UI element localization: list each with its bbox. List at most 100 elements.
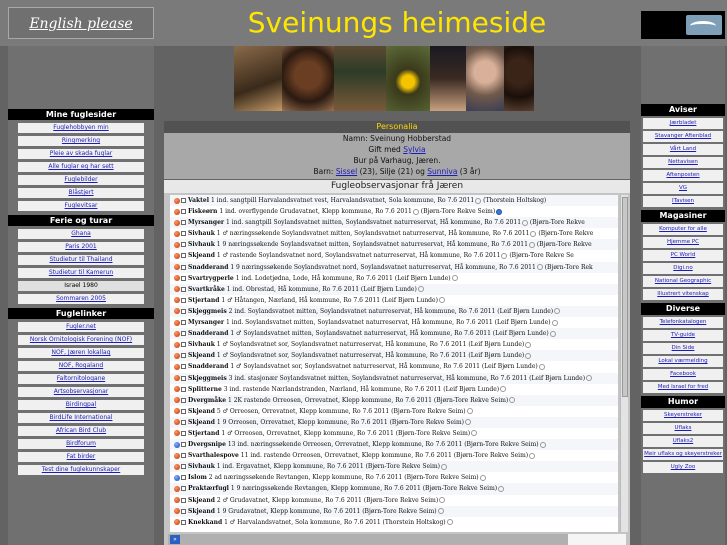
species-name[interactable]: Sivhauk: [188, 230, 215, 237]
species-name[interactable]: Fiskeørn: [188, 208, 217, 215]
observation-checkbox[interactable]: [181, 342, 186, 348]
sidebar-link-pc-world[interactable]: PC World: [643, 250, 723, 261]
species-name[interactable]: Dvergsnipe: [188, 441, 226, 448]
observation-checkbox[interactable]: [181, 386, 186, 392]
observation-checkbox[interactable]: [181, 419, 186, 425]
info-icon[interactable]: [509, 397, 516, 404]
info-icon[interactable]: [551, 319, 558, 326]
sidebar-link-uflaks2[interactable]: Uflaks2: [643, 436, 723, 447]
info-icon[interactable]: [446, 519, 453, 526]
species-name[interactable]: Splitterne: [188, 386, 222, 393]
info-icon[interactable]: [465, 419, 471, 426]
observation-checkbox[interactable]: [181, 408, 186, 414]
sidebar-link-fat-birder[interactable]: Fat birder: [18, 452, 144, 462]
observation-checkbox[interactable]: [181, 331, 186, 337]
info-icon[interactable]: [471, 430, 478, 437]
species-name[interactable]: Skjeggmeis: [188, 308, 227, 315]
species-name[interactable]: Skjeand: [188, 252, 215, 259]
sidebar-link-illustrert-vitenskap[interactable]: Illustrert vitenskap: [643, 289, 723, 300]
species-name[interactable]: Skjeand: [188, 497, 215, 504]
sidebar-link-birdingpal[interactable]: Birdingpal: [18, 400, 144, 410]
observation-checkbox[interactable]: [181, 364, 186, 370]
sidebar-link-ringmerking[interactable]: Ringmerking: [18, 136, 144, 146]
observation-checkbox[interactable]: [181, 353, 186, 359]
sidebar-link-fuglehobbyen-min[interactable]: Fuglehobbyen min: [18, 123, 144, 133]
observations-list[interactable]: Vaktel 1 ind. sangtpill Harvalandsvatnet…: [170, 195, 618, 532]
info-icon[interactable]: [466, 408, 473, 415]
species-name[interactable]: Stjertand: [188, 430, 219, 437]
species-name[interactable]: Islom: [188, 474, 207, 481]
species-name[interactable]: Sivhauk: [188, 241, 215, 248]
info-icon[interactable]: [586, 375, 593, 381]
expand-icon[interactable]: »: [170, 535, 180, 544]
sidebar-link-faltornitologane[interactable]: Faltornitologane: [18, 374, 144, 384]
info-icon[interactable]: [529, 452, 536, 459]
observation-checkbox[interactable]: [181, 397, 186, 403]
species-name[interactable]: Skjeggmeis: [188, 375, 227, 382]
observation-checkbox[interactable]: [181, 253, 186, 259]
species-name[interactable]: Snadderand: [188, 363, 228, 370]
species-name[interactable]: Knekkand: [188, 519, 222, 526]
info-icon[interactable]: [417, 286, 424, 293]
info-icon[interactable]: [451, 275, 458, 282]
sidebar-link-vg[interactable]: VG: [643, 183, 723, 194]
species-name[interactable]: Dvergmåke: [188, 397, 226, 404]
observation-checkbox[interactable]: [181, 231, 186, 237]
species-name[interactable]: Skjeand: [188, 508, 215, 515]
sidebar-link-tv-guide[interactable]: TV-guide: [643, 330, 723, 341]
species-name[interactable]: Snadderand: [188, 330, 228, 337]
sidebar-link-digi-no[interactable]: Digi.no: [643, 263, 723, 274]
species-name[interactable]: Sivhauk: [188, 341, 215, 348]
species-name[interactable]: Skjeand: [188, 352, 215, 359]
observation-checkbox[interactable]: [181, 519, 186, 525]
species-name[interactable]: Svartrygperle: [188, 275, 234, 282]
observation-checkbox[interactable]: [181, 497, 186, 503]
info-icon[interactable]: [439, 497, 446, 504]
sidebar-link-facebook[interactable]: Facebook: [643, 369, 723, 380]
observation-checkbox[interactable]: [181, 275, 186, 281]
sidebar-link-studietur-til-kamerun[interactable]: Studietur til Kamerun: [18, 268, 144, 278]
sidebar-link-artsobservasjonar[interactable]: Artsobservasjonar: [18, 387, 144, 397]
sidebar-link-pleie-av-skada-fuglar[interactable]: Pleie av skada fuglar: [18, 149, 144, 159]
sidebar-link-fugler-net[interactable]: Fugler.net: [18, 322, 144, 332]
sidebar-link-itavisen[interactable]: ITavisen: [643, 196, 723, 207]
info-icon[interactable]: [498, 485, 505, 492]
info-icon[interactable]: [549, 330, 556, 337]
sidebar-link-birdlife-international[interactable]: BirdLife International: [18, 413, 144, 423]
observation-checkbox[interactable]: [181, 508, 186, 514]
observation-checkbox[interactable]: [181, 475, 186, 481]
sidebar-link-fuglebilder[interactable]: Fuglebilder: [18, 175, 144, 185]
species-name[interactable]: Svartkråke: [188, 286, 225, 293]
info-icon[interactable]: [438, 297, 445, 304]
info-icon[interactable]: [525, 341, 532, 348]
info-icon[interactable]: [440, 463, 447, 470]
wife-link[interactable]: Sylvia: [403, 145, 425, 154]
sidebar-link-stavanger-aftenblad[interactable]: Stavanger Aftenblad: [643, 131, 723, 142]
sidebar-link-birdforum[interactable]: Birdforum: [18, 439, 144, 449]
sidebar-link-aftenposten[interactable]: Aftenposten: [643, 170, 723, 181]
observation-checkbox[interactable]: [181, 464, 186, 470]
sidebar-link-sommaren-2005[interactable]: Sommaren 2005: [18, 294, 144, 304]
sidebar-link-din-side[interactable]: Din Side: [643, 343, 723, 354]
sidebar-link-uflaks[interactable]: Uflaks: [643, 423, 723, 434]
observation-checkbox[interactable]: [181, 442, 186, 448]
species-name[interactable]: Myrsanger: [188, 319, 224, 326]
species-name[interactable]: Snadderand: [188, 264, 228, 271]
sidebar-link-test-dine-fuglekunnskaper[interactable]: Test dine fuglekunnskaper: [18, 465, 144, 475]
sidebar-link-studietur-til-thailand[interactable]: Studietur til Thailand: [18, 255, 144, 265]
species-name[interactable]: Vaktel: [188, 197, 209, 204]
observation-checkbox[interactable]: [181, 430, 186, 436]
sidebar-link-hjemme-pc[interactable]: Hjemme PC: [643, 237, 723, 248]
observation-checkbox[interactable]: [181, 220, 186, 226]
observations-scrollbar[interactable]: [620, 195, 628, 532]
info-icon[interactable]: [538, 363, 545, 370]
sidebar-link-skeyerstreker[interactable]: Skeyerstreker: [643, 410, 723, 421]
observation-checkbox[interactable]: [181, 286, 186, 292]
info-icon[interactable]: [500, 386, 507, 393]
observation-checkbox[interactable]: [181, 209, 186, 215]
info-icon[interactable]: [525, 352, 532, 359]
scrollbar-thumb[interactable]: [622, 197, 628, 397]
observation-checkbox[interactable]: [181, 242, 186, 248]
observation-checkbox[interactable]: [181, 297, 186, 303]
kid1-link[interactable]: Sissel: [336, 167, 357, 176]
